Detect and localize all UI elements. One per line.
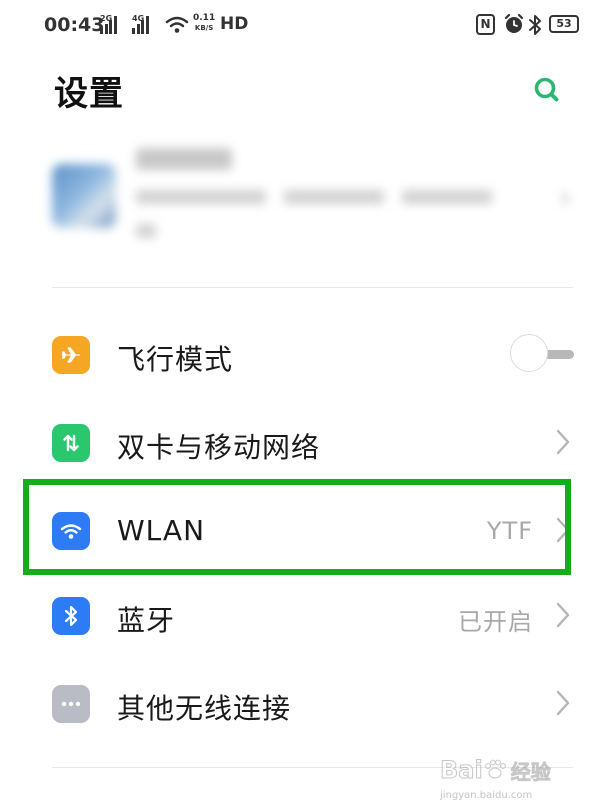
network-speed-unit: KB/S — [194, 24, 214, 32]
settings-row-label: WLAN — [117, 514, 206, 547]
divider — [52, 287, 573, 288]
baidu-watermark: Bai 经验 — [440, 748, 590, 792]
mobile-data-icon — [52, 424, 90, 462]
airplane-mode-toggle[interactable] — [510, 334, 574, 374]
settings-row-label: 其他无线连接 — [117, 692, 292, 725]
account-info-placeholder — [136, 190, 536, 204]
account-info-placeholder-2 — [136, 224, 156, 238]
chevron-right-icon — [556, 602, 570, 628]
watermark-brand2: 经验 — [510, 759, 551, 784]
sim2-signal-icon: 4G — [132, 14, 158, 34]
settings-row-airplane[interactable]: 飞行模式 — [0, 311, 601, 399]
status-time: 00:43 — [44, 14, 105, 36]
chevron-right-icon — [556, 429, 570, 455]
chevron-right-icon — [556, 690, 570, 716]
settings-row-mobile-network[interactable]: 双卡与移动网络 — [0, 399, 601, 487]
settings-row-bluetooth[interactable]: 蓝牙 已开启 — [0, 572, 601, 660]
wifi-status-icon — [165, 16, 189, 33]
airplane-icon — [52, 336, 90, 374]
nfc-icon: N — [476, 14, 495, 35]
watermark-url: jingyan.baidu.com — [440, 790, 533, 801]
bluetooth-icon — [52, 597, 90, 635]
network-speed-value: 0.11 — [193, 13, 216, 23]
wlan-connected-network: YTF — [486, 517, 533, 545]
toggle-knob — [510, 334, 548, 372]
avatar — [52, 164, 116, 228]
more-icon — [52, 685, 90, 723]
hd-voice-indicator: HD — [220, 14, 249, 34]
settings-row-wlan[interactable]: WLAN YTF — [0, 487, 601, 575]
search-icon[interactable] — [530, 73, 564, 107]
settings-row-other-wireless[interactable]: 其他无线连接 — [0, 660, 601, 748]
bluetooth-status: 已开启 — [458, 608, 533, 636]
battery-icon: 53 — [549, 15, 579, 33]
wifi-icon — [52, 512, 90, 550]
status-bar: 00:43 2G 4G 0.11 KB/S HD N 53 — [0, 0, 601, 52]
account-name-placeholder — [136, 148, 232, 170]
settings-row-label: 双卡与移动网络 — [117, 431, 321, 464]
account-card[interactable]: › — [0, 128, 601, 278]
chevron-right-icon — [556, 517, 570, 543]
settings-screen: 00:43 2G 4G 0.11 KB/S HD N 53 设置 › 飞行模式 … — [0, 0, 601, 809]
chevron-right-icon: › — [560, 183, 571, 213]
sim1-signal-icon: 2G — [100, 14, 126, 34]
bluetooth-status-icon — [529, 15, 541, 35]
network-speed: 0.11 KB/S — [193, 13, 215, 33]
settings-row-label: 飞行模式 — [117, 343, 234, 376]
alarm-icon — [504, 13, 524, 33]
settings-row-label: 蓝牙 — [117, 604, 176, 637]
page-title: 设置 — [54, 74, 124, 114]
paw-icon — [484, 759, 506, 779]
watermark-brand: Bai — [440, 756, 484, 785]
